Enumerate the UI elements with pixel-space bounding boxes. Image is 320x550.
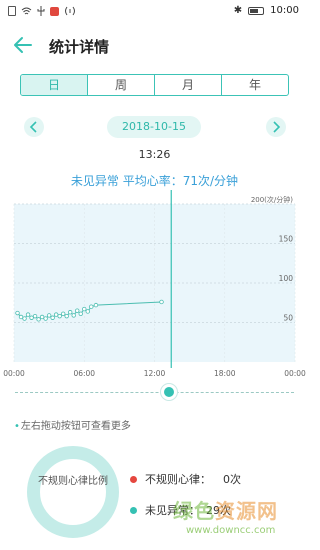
y-tick-label: 100 bbox=[279, 274, 294, 283]
data-point bbox=[15, 310, 20, 316]
bluetooth-icon: ✱ bbox=[233, 5, 243, 16]
tab-year[interactable]: 年 bbox=[222, 75, 288, 95]
data-point bbox=[57, 313, 62, 319]
legend-dot-normal bbox=[130, 506, 137, 514]
prev-date-button[interactable] bbox=[24, 117, 44, 137]
time-slider-handle[interactable] bbox=[160, 383, 178, 401]
app-header: 统计详情 bbox=[0, 28, 309, 64]
data-point bbox=[89, 304, 94, 309]
date-selector[interactable]: 2018-10-15 bbox=[107, 116, 201, 138]
x-tick-label: 00:00 bbox=[284, 369, 306, 378]
y-tick-label: 50 bbox=[283, 314, 293, 323]
x-tick-label: 00:00 bbox=[3, 369, 25, 378]
data-point bbox=[36, 317, 41, 322]
data-point bbox=[53, 312, 59, 317]
donut-label: 不规则心律比例 bbox=[38, 476, 108, 487]
legend-irregular: 不规则心律： 0次 bbox=[130, 471, 241, 487]
data-point bbox=[29, 315, 34, 320]
x-tick-label: 06:00 bbox=[73, 369, 95, 378]
battery-icon bbox=[248, 6, 265, 15]
data-point bbox=[71, 313, 76, 318]
watermark-logo: 绿色资源网 bbox=[173, 499, 278, 523]
notification-icon bbox=[50, 6, 59, 16]
x-tick-label: 12:00 bbox=[144, 369, 166, 378]
heart-rate-summary: 未见异常 平均心率：71次/分钟 bbox=[70, 174, 239, 188]
data-point bbox=[25, 312, 31, 317]
legend-dot-irregular bbox=[130, 475, 137, 483]
data-point bbox=[93, 302, 99, 308]
data-point bbox=[64, 313, 69, 319]
data-point bbox=[50, 315, 55, 320]
drag-hint: •左右拖动按钮可查看更多 bbox=[14, 417, 131, 432]
nfc-icon bbox=[65, 6, 75, 16]
usb-icon bbox=[37, 6, 45, 16]
data-point bbox=[78, 311, 83, 317]
data-point bbox=[60, 311, 66, 317]
data-point bbox=[159, 299, 164, 305]
chevron-left-icon bbox=[29, 121, 37, 133]
data-point bbox=[85, 309, 90, 314]
back-button[interactable] bbox=[12, 34, 34, 56]
data-point bbox=[46, 313, 52, 318]
data-point bbox=[67, 310, 73, 315]
time-slider-track bbox=[15, 392, 294, 393]
chevron-right-icon bbox=[273, 121, 281, 133]
tab-day[interactable]: 日 bbox=[21, 75, 88, 95]
page-title: 统计详情 bbox=[49, 38, 110, 56]
y-tick-label: 150 bbox=[279, 235, 294, 244]
data-point bbox=[32, 313, 38, 319]
sim-icon bbox=[8, 6, 16, 16]
status-time: 10:00 bbox=[270, 5, 299, 16]
period-tabs: 日 周 月 年 bbox=[20, 74, 289, 96]
heart-rate-chart: 200(次/分钟) 150 100 50 00:00 06:00 12:00 18:00 00:… bbox=[3, 190, 306, 378]
tab-week[interactable]: 周 bbox=[88, 75, 155, 95]
hint-text: 左右拖动按钮可查看更多 bbox=[20, 421, 131, 432]
data-point bbox=[18, 314, 24, 320]
watermark-url: www.downcc.com bbox=[186, 525, 276, 536]
legend-value-irregular: 0次 bbox=[223, 473, 241, 486]
data-point bbox=[43, 316, 48, 321]
y-unit-label: 200(次/分钟) bbox=[251, 195, 293, 204]
selected-time: 13:26 bbox=[138, 148, 171, 161]
arrow-left-icon bbox=[14, 37, 32, 53]
next-date-button[interactable] bbox=[266, 117, 286, 137]
status-icons-right: ✱ 10:00 bbox=[234, 5, 299, 16]
irregular-ratio-donut bbox=[27, 446, 119, 538]
tab-month[interactable]: 月 bbox=[155, 75, 222, 95]
wifi-icon bbox=[21, 7, 32, 14]
status-icons-left bbox=[8, 6, 76, 16]
x-tick-label: 18:00 bbox=[214, 369, 236, 378]
data-point bbox=[82, 306, 87, 312]
data-point bbox=[39, 314, 45, 320]
legend-label-irregular: 不规则心律： bbox=[145, 473, 211, 486]
hint-dot: • bbox=[14, 421, 20, 432]
data-point bbox=[22, 316, 27, 321]
status-bar: ✱ 10:00 bbox=[0, 0, 309, 24]
data-point bbox=[75, 308, 80, 313]
